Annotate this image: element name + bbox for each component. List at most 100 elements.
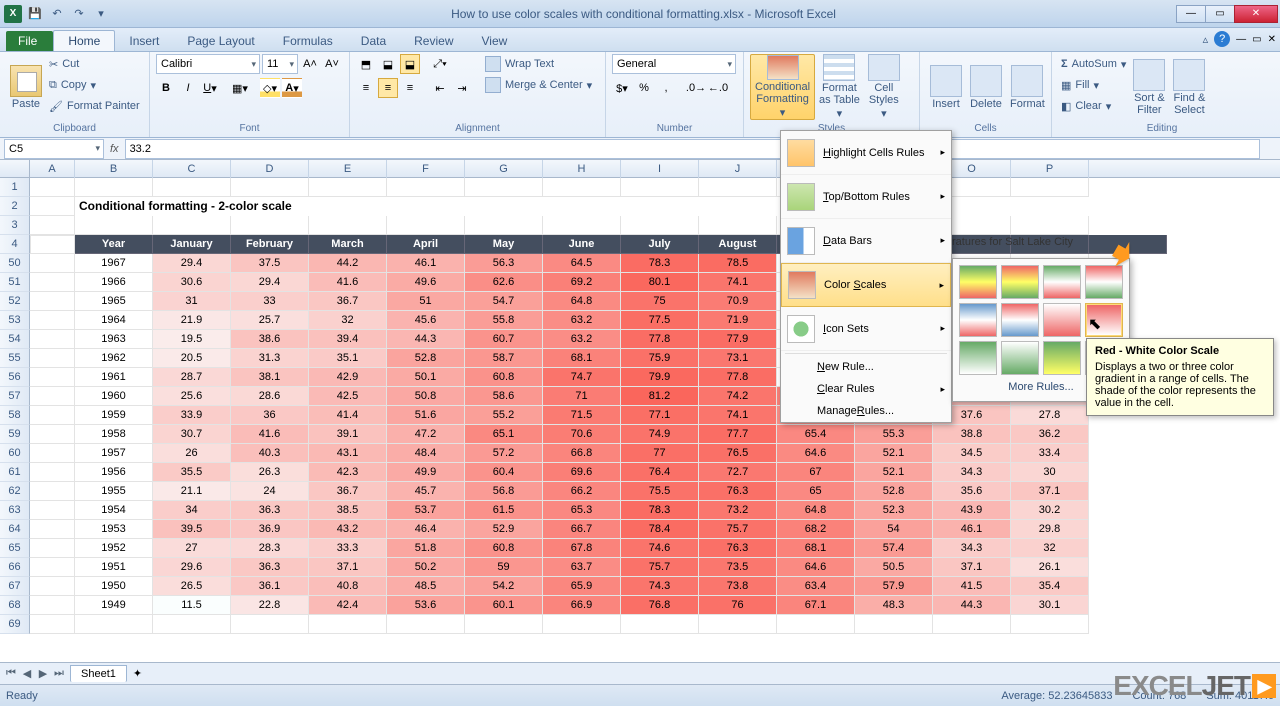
fill-color-button[interactable]: ◇▾ bbox=[260, 78, 280, 98]
scale-bwr[interactable] bbox=[959, 303, 997, 337]
window-title: How to use color scales with conditional… bbox=[110, 7, 1177, 21]
minimize-ribbon-icon[interactable]: ▵ bbox=[1203, 33, 1209, 46]
percent-icon[interactable]: % bbox=[634, 78, 654, 98]
maximize-button[interactable]: ▭ bbox=[1205, 5, 1235, 23]
orientation-icon[interactable]: ⤢▾ bbox=[430, 54, 450, 74]
workbook-close-icon[interactable]: ✕ bbox=[1268, 34, 1276, 45]
sheet-tab-bar: ⏮ ◀ ▶ ⏭ Sheet1 ✦ bbox=[0, 662, 1280, 684]
name-box[interactable]: C5 bbox=[4, 139, 104, 159]
formula-input[interactable]: 33.2 bbox=[125, 139, 1260, 159]
tab-data[interactable]: Data bbox=[347, 31, 400, 51]
paste-button[interactable]: Paste bbox=[6, 54, 46, 120]
format-as-table-button[interactable]: Format as Table▾ bbox=[815, 54, 864, 120]
new-sheet-icon[interactable]: ✦ bbox=[133, 667, 142, 680]
italic-button[interactable]: I bbox=[178, 78, 198, 98]
decrease-decimal-icon[interactable]: ←.0 bbox=[708, 78, 728, 98]
scale-rwb[interactable] bbox=[1001, 303, 1039, 337]
menu-color-scales[interactable]: Color Scales▸ bbox=[781, 263, 951, 307]
align-right-icon[interactable]: ≡ bbox=[400, 78, 420, 98]
increase-font-icon[interactable]: A˄ bbox=[300, 54, 320, 74]
bold-button[interactable]: B bbox=[156, 78, 176, 98]
sort-icon bbox=[1133, 59, 1165, 91]
insert-cells-button[interactable]: Insert bbox=[926, 54, 966, 120]
menu-highlight-cells-rules[interactable]: Highlight Cells Rules▸ bbox=[781, 131, 951, 175]
scale-ryg[interactable] bbox=[1001, 265, 1039, 299]
tab-home[interactable]: Home bbox=[53, 30, 115, 51]
align-middle-icon[interactable]: ⬓ bbox=[378, 54, 398, 74]
undo-icon[interactable]: ↶ bbox=[48, 5, 66, 23]
workbook-restore-icon[interactable]: ▭ bbox=[1252, 34, 1261, 45]
conditional-formatting-button[interactable]: Conditional Formatting▾ bbox=[750, 54, 815, 120]
decrease-indent-icon[interactable]: ⇤ bbox=[430, 78, 450, 98]
menu-manage-rules[interactable]: Manage Rules... bbox=[781, 400, 951, 422]
copy-button[interactable]: ⧉Copy ▾ bbox=[46, 75, 143, 95]
fill-button[interactable]: ▦Fill ▾ bbox=[1058, 75, 1129, 95]
sheet-nav-next-icon[interactable]: ▶ bbox=[36, 667, 50, 680]
cell-styles-button[interactable]: Cell Styles▾ bbox=[864, 54, 904, 120]
align-center-icon[interactable]: ≡ bbox=[378, 78, 398, 98]
help-icon[interactable]: ? bbox=[1214, 31, 1230, 47]
decrease-font-icon[interactable]: A˅ bbox=[322, 54, 342, 74]
brush-icon: 🖌 bbox=[49, 100, 63, 113]
scale-gyr[interactable] bbox=[959, 265, 997, 299]
increase-indent-icon[interactable]: ⇥ bbox=[452, 78, 472, 98]
sheet-tab[interactable]: Sheet1 bbox=[70, 665, 127, 682]
align-bottom-icon[interactable]: ⬓ bbox=[400, 54, 420, 74]
tooltip-title: Red - White Color Scale bbox=[1095, 345, 1265, 357]
ribbon-tabs: File Home Insert Page Layout Formulas Da… bbox=[0, 28, 1280, 52]
sheet-nav-last-icon[interactable]: ⏭ bbox=[52, 667, 66, 680]
currency-icon[interactable]: $▾ bbox=[612, 78, 632, 98]
underline-button[interactable]: U▾ bbox=[200, 78, 220, 98]
font-color-button[interactable]: A▾ bbox=[282, 78, 302, 98]
wrap-text-button[interactable]: Wrap Text bbox=[482, 54, 595, 74]
align-top-icon[interactable]: ⬒ bbox=[356, 54, 376, 74]
sheet-nav-prev-icon[interactable]: ◀ bbox=[20, 667, 34, 680]
delete-cells-button[interactable]: Delete bbox=[966, 54, 1006, 120]
menu-new-rule[interactable]: New Rule... bbox=[781, 356, 951, 378]
clear-button[interactable]: ◧Clear ▾ bbox=[1058, 96, 1129, 116]
tab-insert[interactable]: Insert bbox=[115, 31, 173, 51]
find-select-button[interactable]: Find & Select bbox=[1169, 54, 1209, 120]
sort-filter-button[interactable]: Sort & Filter bbox=[1129, 54, 1169, 120]
merge-center-button[interactable]: Merge & Center ▾ bbox=[482, 75, 595, 95]
font-size-combo[interactable]: 11 bbox=[262, 54, 298, 74]
tab-formulas[interactable]: Formulas bbox=[269, 31, 347, 51]
tab-page-layout[interactable]: Page Layout bbox=[173, 31, 268, 51]
menu-top-bottom-rules[interactable]: Top/Bottom Rules▸ bbox=[781, 175, 951, 219]
comma-icon[interactable]: , bbox=[656, 78, 676, 98]
save-icon[interactable]: 💾 bbox=[26, 5, 44, 23]
number-format-combo[interactable]: General bbox=[612, 54, 736, 74]
cf-icon bbox=[767, 55, 799, 80]
tab-review[interactable]: Review bbox=[400, 31, 467, 51]
font-name-combo[interactable]: Calibri bbox=[156, 54, 260, 74]
tab-view[interactable]: View bbox=[468, 31, 522, 51]
menu-clear-rules[interactable]: Clear Rules▸ bbox=[781, 378, 951, 400]
sheet-nav-first-icon[interactable]: ⏮ bbox=[4, 667, 18, 680]
scale-gwr[interactable] bbox=[1043, 265, 1081, 299]
autosum-button[interactable]: Σ AutoSum ▾ bbox=[1058, 54, 1129, 74]
align-left-icon[interactable]: ≡ bbox=[356, 78, 376, 98]
find-icon bbox=[1173, 59, 1205, 91]
menu-icon-sets[interactable]: Icon Sets▸ bbox=[781, 307, 951, 351]
scale-wg[interactable] bbox=[1001, 341, 1039, 375]
quick-access-toolbar: X 💾 ↶ ↷ ▾ bbox=[0, 5, 110, 23]
cut-button[interactable]: ✂Cut bbox=[46, 54, 143, 74]
menu-data-bars[interactable]: Data Bars▸ bbox=[781, 219, 951, 263]
redo-icon[interactable]: ↷ bbox=[70, 5, 88, 23]
border-button[interactable]: ▦▾ bbox=[230, 78, 250, 98]
workbook-minimize-icon[interactable]: — bbox=[1236, 34, 1246, 45]
increase-decimal-icon[interactable]: .0→ bbox=[686, 78, 706, 98]
minimize-button[interactable]: — bbox=[1176, 5, 1206, 23]
scale-wr[interactable] bbox=[1043, 303, 1081, 337]
fx-icon[interactable]: fx bbox=[110, 143, 119, 155]
close-button[interactable]: ✕ bbox=[1234, 5, 1278, 23]
scale-gw[interactable] bbox=[959, 341, 997, 375]
format-painter-button[interactable]: 🖌Format Painter bbox=[46, 96, 143, 116]
cellstyles-icon bbox=[868, 54, 900, 81]
tab-file[interactable]: File bbox=[6, 31, 53, 51]
qat-dropdown-icon[interactable]: ▾ bbox=[92, 5, 110, 23]
scale-gy[interactable] bbox=[1043, 341, 1081, 375]
iconsets-icon bbox=[787, 315, 815, 343]
format-cells-button[interactable]: Format bbox=[1006, 54, 1049, 120]
table-icon bbox=[823, 54, 855, 81]
